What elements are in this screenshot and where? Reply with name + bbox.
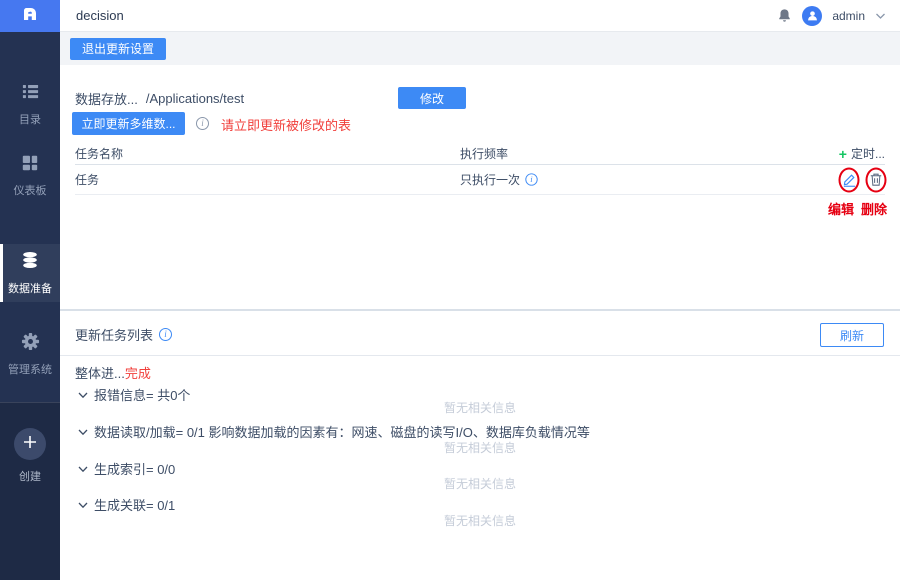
chevron-down-icon (78, 428, 88, 436)
main-content: 数据存放... /Applications/test 修改 立即更新多维数...… (60, 65, 900, 580)
app-logo[interactable] (0, 0, 60, 32)
gear-icon (21, 332, 40, 356)
annotation-edit-label: 编辑 (827, 202, 854, 217)
create-label: 创建 (19, 471, 41, 483)
sidebar-create: 创建 (0, 428, 60, 484)
top-bar: decision admin (60, 0, 900, 32)
plus-icon (23, 435, 37, 454)
column-frequency: 执行频率 (460, 147, 509, 161)
exit-update-settings-button[interactable]: 退出更新设置 (70, 37, 167, 60)
list-icon (21, 82, 40, 106)
storage-path-label: 数据存放... (75, 91, 138, 107)
dashboard-icon (21, 154, 39, 177)
empty-placeholder: 暂无相关信息 (443, 477, 516, 491)
refresh-button[interactable]: 刷新 (820, 323, 884, 347)
sidebar-item-directory[interactable]: 目录 (0, 82, 60, 132)
sidebar-item-label: 数据准备 (8, 283, 52, 295)
page-title: decision (76, 8, 124, 23)
database-icon (20, 250, 40, 275)
active-indicator (0, 244, 3, 302)
overall-progress-label: 整体进... (75, 366, 125, 381)
empty-placeholder: 暂无相关信息 (443, 441, 516, 455)
add-schedule-button[interactable]: + 定时... (839, 145, 885, 162)
update-now-button[interactable]: 立即更新多维数... (72, 112, 185, 135)
add-schedule-label: 定时... (850, 147, 885, 161)
chevron-down-icon[interactable] (875, 12, 886, 20)
storage-path-value: /Applications/test (145, 90, 245, 106)
chevron-down-icon (78, 501, 88, 509)
brand-icon (20, 4, 40, 29)
chevron-down-icon (78, 391, 88, 399)
plus-icon: + (838, 145, 847, 162)
section-divider (60, 309, 900, 311)
sidebar-nav: 目录 仪表板 数据准备 管理系统 创建 (0, 32, 60, 580)
empty-placeholder: 暂无相关信息 (443, 514, 516, 528)
create-button[interactable] (14, 428, 46, 460)
sidebar-item-dashboard[interactable]: 仪表板 (0, 154, 60, 204)
update-task-list-title: 更新任务列表 (75, 328, 154, 343)
delete-task-button[interactable] (865, 167, 887, 192)
task-table: 任务名称 执行频率 + 定时... 任务 只执行一次 i 编辑 删除 (75, 143, 887, 217)
task-frequency-cell: 只执行一次 (460, 173, 521, 187)
list-divider (60, 355, 900, 356)
modify-button[interactable]: 修改 (398, 87, 466, 109)
task-name-cell: 任务 (75, 173, 100, 187)
sidebar-item-label: 管理系统 (8, 364, 52, 376)
sidebar-divider (0, 402, 60, 403)
task-table-header: 任务名称 执行频率 + 定时... (75, 143, 885, 165)
task-table-row: 任务 只执行一次 i 编辑 删除 (75, 165, 887, 217)
annotation-delete-label: 删除 (860, 202, 887, 217)
sidebar-item-admin-system[interactable]: 管理系统 (0, 332, 60, 382)
sidebar-item-label: 目录 (19, 114, 41, 126)
app-window: decision admin 目录 仪表板 数据准备 管理系统 创建 退出更新设… (0, 0, 900, 580)
column-task-name: 任务名称 (75, 147, 124, 161)
annotation-labels: 编辑 删除 (828, 199, 887, 218)
chevron-down-icon (78, 465, 88, 473)
empty-placeholder: 暂无相关信息 (443, 401, 516, 415)
mode-strip: 退出更新设置 (60, 32, 900, 65)
sidebar-item-label: 仪表板 (13, 185, 47, 197)
bell-icon[interactable] (777, 8, 792, 23)
info-icon[interactable]: i (525, 173, 538, 186)
overall-progress-status: 完成 (124, 366, 151, 381)
update-warning-text: 请立即更新被修改的表 (221, 118, 352, 133)
info-icon[interactable]: i (159, 328, 173, 341)
info-icon[interactable]: i (196, 117, 209, 130)
sidebar-item-data-preparation[interactable]: 数据准备 (0, 244, 60, 302)
username[interactable]: admin (832, 9, 865, 23)
edit-task-button[interactable] (838, 167, 860, 192)
user-avatar[interactable] (802, 5, 823, 26)
